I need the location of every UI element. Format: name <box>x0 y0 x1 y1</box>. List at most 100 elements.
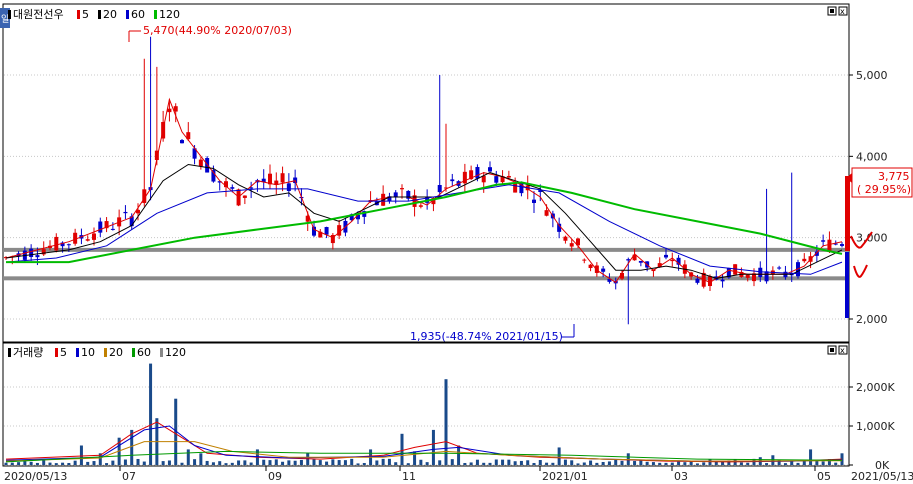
svg-text:x: x <box>840 7 845 16</box>
candle-body <box>35 255 40 258</box>
candle-body <box>840 244 844 246</box>
volume-bar <box>551 462 555 465</box>
legend-item: 120 <box>165 346 186 359</box>
volume-bar <box>658 462 662 465</box>
volume-bar <box>312 459 316 465</box>
legend-swatch <box>154 10 157 19</box>
volume-bar <box>802 460 806 465</box>
candle-body <box>506 175 511 178</box>
candle-body <box>312 226 316 236</box>
volume-bar <box>545 462 549 465</box>
volume-bar <box>702 462 706 465</box>
volume-bar <box>475 459 479 465</box>
candle-body <box>475 166 480 179</box>
volume-bar <box>123 459 127 465</box>
volume-bar <box>607 461 611 465</box>
volume-bar <box>249 462 253 465</box>
volume-bar <box>783 463 787 465</box>
candle-body <box>242 195 247 198</box>
volume-bar <box>457 445 461 465</box>
volume-bar <box>199 453 203 465</box>
volume-bar <box>809 449 813 465</box>
volume-bar <box>796 462 800 465</box>
volume-bar <box>444 379 448 465</box>
volume-bar <box>230 462 234 465</box>
volume-bar <box>419 459 423 465</box>
candle-body <box>167 108 172 113</box>
current-change-text: ( 29.95%) <box>857 183 911 196</box>
legend-item: 5 <box>60 346 67 359</box>
volume-bar <box>205 460 209 465</box>
legend-item: 60 <box>137 346 151 359</box>
volume-bar <box>224 463 228 465</box>
x-tick-label: 11 <box>402 470 416 483</box>
volume-bar <box>526 460 530 465</box>
legend-item: 20 <box>109 346 123 359</box>
volume-bar <box>519 460 523 465</box>
volume-bar <box>589 460 593 465</box>
volume-bar <box>381 458 385 465</box>
candle-body <box>664 254 668 258</box>
candle-body <box>393 192 398 198</box>
volume-y-tick-label: 2,000K <box>856 381 895 394</box>
legend-swatch <box>76 348 79 357</box>
volume-bar <box>268 460 272 465</box>
volume-bar <box>670 462 674 465</box>
volume-bar <box>73 460 77 465</box>
volume-bar <box>142 461 146 465</box>
candle-body <box>802 258 807 262</box>
volume-bar <box>211 462 215 465</box>
volume-bar <box>262 459 266 465</box>
volume-panel <box>2 342 850 467</box>
candle-body <box>123 211 128 214</box>
candle-body <box>85 239 90 241</box>
x-axis: 2020/05/13 07 09 11 2021/01 03 05 2021/05/13 <box>3 465 913 483</box>
candle-body <box>758 267 763 278</box>
volume-bar <box>501 459 505 465</box>
volume-y-tick-label: 1,000K <box>856 420 895 433</box>
volume-bar <box>482 462 486 465</box>
volume-bar <box>488 462 492 465</box>
candle-body <box>777 267 782 269</box>
volume-bar <box>48 462 52 465</box>
volume-bar <box>130 429 134 465</box>
candle-body <box>286 183 291 191</box>
volume-bar <box>651 462 655 465</box>
candle-body <box>29 248 34 258</box>
volume-bar <box>243 460 247 465</box>
volume-bar <box>513 461 517 465</box>
volume-bar <box>400 433 404 465</box>
volume-bar <box>746 462 750 465</box>
candle-body <box>92 233 96 240</box>
candle-body <box>764 271 769 282</box>
candle-body <box>594 265 599 273</box>
candle-body <box>494 176 499 183</box>
volume-bar <box>287 460 291 465</box>
volume-bar <box>61 462 65 465</box>
candle-body <box>66 244 71 246</box>
volume-bar <box>387 458 391 465</box>
volume-y-axis: 2,000K1,000K0K <box>849 381 895 472</box>
candle-body <box>488 167 492 172</box>
candle-body <box>280 173 285 183</box>
x-tick-label: 2020/05/13 <box>4 470 67 483</box>
legend-item: 120 <box>159 8 180 21</box>
candle-body <box>54 236 59 251</box>
volume-bar <box>42 460 46 465</box>
volume-bar <box>576 463 580 465</box>
legend-swatch <box>104 348 107 357</box>
candle-body <box>98 221 103 233</box>
volume-bar <box>438 460 442 465</box>
volume-bar <box>739 462 743 465</box>
candle-body <box>544 210 549 216</box>
volume-bar <box>17 462 21 465</box>
volume-bar <box>563 459 567 465</box>
volume-bar <box>645 461 649 465</box>
volume-bar <box>790 461 794 465</box>
legend-item: 대원전선우 <box>13 8 64 21</box>
volume-bar <box>343 460 347 465</box>
current-price-box: 3,775 ( 29.95%) <box>846 167 913 198</box>
volume-bar <box>350 458 354 465</box>
candle-body <box>230 187 235 189</box>
y-tick-label: 4,000 <box>856 150 888 163</box>
